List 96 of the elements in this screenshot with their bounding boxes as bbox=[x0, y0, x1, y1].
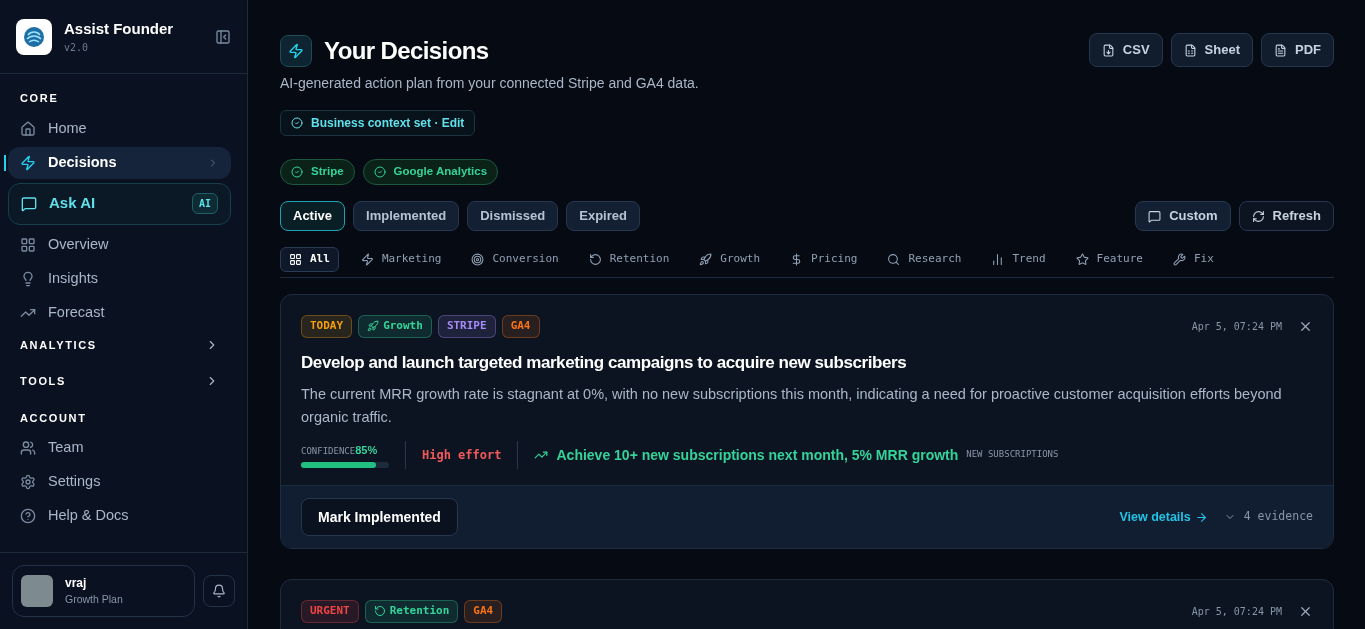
search-icon bbox=[887, 253, 901, 266]
filter-tab[interactable]: Conversion bbox=[463, 247, 567, 272]
chat-bubble-icon bbox=[1148, 209, 1162, 223]
rotate-icon bbox=[588, 253, 602, 266]
filter-tab[interactable]: All bbox=[280, 247, 339, 272]
home-icon bbox=[20, 120, 36, 137]
panel-collapse-icon bbox=[215, 28, 231, 45]
filter-tab[interactable]: Fix bbox=[1164, 247, 1222, 272]
mark-implemented-button[interactable]: Mark Implemented bbox=[301, 498, 458, 536]
section-header: CORE bbox=[19, 91, 60, 106]
nav-item[interactable]: Team bbox=[8, 432, 231, 464]
decision-title: Develop and launch targeted marketing campaigns to acquire new subscribers bbox=[301, 351, 908, 374]
export-button[interactable]: CSV bbox=[1088, 33, 1163, 67]
filter-tab[interactable]: Pricing bbox=[782, 247, 866, 272]
app-version: v2.0 bbox=[64, 41, 90, 56]
settings-icon bbox=[20, 474, 36, 490]
help-icon bbox=[20, 508, 36, 524]
timestamp: Apr 5, 07:24 PM bbox=[1191, 319, 1282, 334]
avatar-placeholder bbox=[21, 575, 53, 608]
lightbulb-icon bbox=[20, 270, 36, 287]
grid-icon bbox=[20, 236, 36, 253]
status-tab[interactable]: Active bbox=[280, 201, 346, 231]
check-circle-icon bbox=[291, 166, 303, 178]
effort-label: High effort bbox=[422, 447, 502, 464]
bolt-icon bbox=[280, 35, 312, 67]
ai-badge: AI bbox=[191, 193, 218, 214]
status-tab[interactable]: Dismissed bbox=[467, 201, 559, 231]
tag: STRIPE bbox=[437, 315, 496, 338]
user-name: vraj bbox=[65, 575, 88, 593]
target-icon bbox=[471, 253, 485, 266]
nav-item[interactable]: Overview bbox=[8, 228, 231, 261]
section-header[interactable]: TOOLS bbox=[8, 369, 231, 394]
wrench-icon bbox=[1172, 253, 1186, 266]
grid-icon bbox=[289, 253, 302, 266]
bar-chart-icon bbox=[991, 253, 1005, 266]
collapse-sidebar-button[interactable] bbox=[215, 28, 231, 45]
section-header: ACCOUNT bbox=[19, 410, 88, 426]
refresh-icon bbox=[1251, 209, 1265, 223]
decision-description: The current MRR growth rate is stagnant at 0%, with no new subscriptions this month, indicating a need for proactive customer acquisition efforts beyond organic traffic. bbox=[301, 385, 1283, 427]
document-icon bbox=[1274, 43, 1287, 57]
confidence-value: 85% bbox=[355, 442, 378, 458]
tag: TODAY bbox=[301, 315, 353, 338]
status-tab[interactable]: Implemented bbox=[353, 201, 460, 231]
nav-item[interactable]: Home bbox=[8, 112, 231, 145]
star-icon bbox=[1075, 253, 1089, 266]
tag: URGENT bbox=[301, 600, 359, 623]
app-name: Assist Founder bbox=[64, 18, 175, 39]
filter-tab[interactable]: Growth bbox=[691, 247, 769, 272]
arrow-right-icon bbox=[1194, 510, 1208, 524]
user-plan: Growth Plan bbox=[65, 592, 123, 608]
nav-item[interactable]: Help & Docs bbox=[8, 500, 231, 532]
nav-item[interactable]: Ask AI AI bbox=[8, 182, 231, 225]
check-circle-icon bbox=[373, 166, 386, 178]
tag: Retention bbox=[364, 600, 459, 623]
rotate-icon bbox=[373, 605, 386, 618]
section-header[interactable]: ANALYTICS bbox=[8, 332, 231, 357]
tag: GA4 bbox=[464, 600, 503, 623]
app-logo bbox=[16, 18, 52, 55]
filter-tab[interactable]: Feature bbox=[1067, 247, 1151, 272]
business-context-button[interactable]: Business context set · Edit bbox=[280, 110, 476, 136]
lightning-icon bbox=[20, 154, 36, 171]
people-icon bbox=[20, 440, 36, 456]
nav-item[interactable]: Forecast bbox=[8, 296, 231, 329]
page-title: Your Decisions bbox=[324, 36, 489, 66]
timestamp: Apr 5, 07:24 PM bbox=[1191, 604, 1282, 619]
tag: GA4 bbox=[501, 315, 540, 338]
chat-bubble-icon bbox=[21, 195, 37, 212]
action-button[interactable]: Refresh bbox=[1238, 201, 1334, 231]
evidence-toggle[interactable]: 4 evidence bbox=[1223, 508, 1313, 526]
action-button[interactable]: Custom bbox=[1135, 201, 1231, 231]
filter-tab[interactable]: Research bbox=[879, 247, 970, 272]
status-tab[interactable]: Expired bbox=[566, 201, 640, 231]
rocket-icon bbox=[367, 320, 380, 333]
spreadsheet-icon bbox=[1183, 43, 1197, 57]
page-subtitle: AI-generated action plan from your connected Stripe and GA4 data. bbox=[280, 74, 699, 93]
confidence-label: CONFIDENCE bbox=[301, 444, 356, 458]
notifications-button[interactable] bbox=[203, 575, 235, 608]
expected-outcome: Achieve 10+ new subscriptions next month, 5% MRR growth bbox=[556, 445, 959, 465]
nav-item[interactable]: Insights bbox=[8, 262, 231, 295]
filter-tab[interactable]: Marketing bbox=[352, 247, 450, 272]
filter-tab[interactable]: Trend bbox=[983, 247, 1054, 272]
connection-name: Google Analytics bbox=[393, 164, 488, 180]
user-card[interactable]: vraj Growth Plan bbox=[12, 565, 195, 617]
view-details-link[interactable]: View details bbox=[1119, 507, 1208, 527]
export-button[interactable]: PDF bbox=[1261, 33, 1334, 67]
filter-tab[interactable]: Retention bbox=[580, 247, 678, 272]
rocket-icon bbox=[699, 253, 713, 266]
metric-label: NEW SUBSCRIPTIONS bbox=[966, 448, 1059, 462]
bell-icon bbox=[212, 584, 226, 599]
nav-item[interactable]: Settings bbox=[8, 466, 231, 498]
check-circle-icon bbox=[291, 117, 303, 129]
connection-name: Stripe bbox=[311, 164, 344, 180]
file-download-icon bbox=[1101, 43, 1115, 57]
export-button[interactable]: Sheet bbox=[1170, 33, 1253, 67]
tag: Growth bbox=[358, 315, 432, 338]
lightning-icon bbox=[360, 253, 374, 266]
